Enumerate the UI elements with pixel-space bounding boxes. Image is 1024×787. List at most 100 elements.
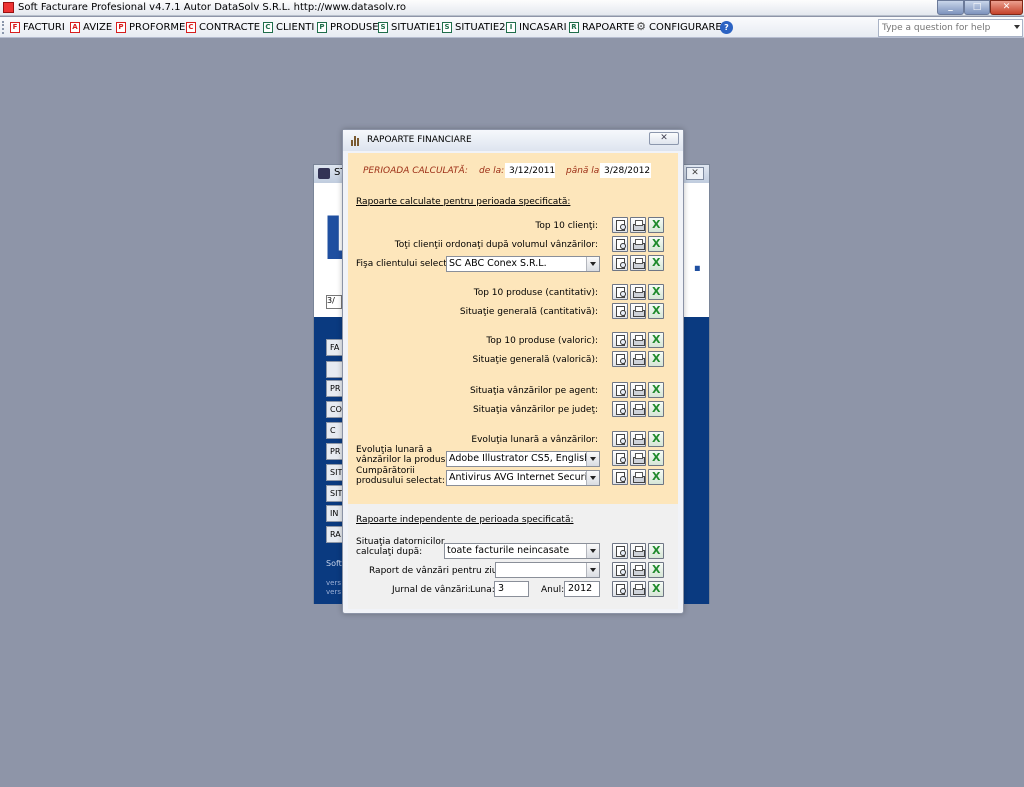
- menu-produse[interactable]: P PRODUSE: [317, 19, 379, 36]
- menu-situatie2[interactable]: S SITUATIE2: [442, 19, 506, 36]
- menu-rapoarte[interactable]: R RAPOARTE: [569, 19, 635, 36]
- preview-icon[interactable]: [612, 562, 628, 578]
- help-search-input[interactable]: [879, 20, 1007, 36]
- excel-icon[interactable]: X: [648, 217, 664, 233]
- print-icon[interactable]: [630, 236, 646, 252]
- preview-icon[interactable]: [612, 332, 628, 348]
- excel-icon[interactable]: X: [648, 303, 664, 319]
- sales-county-actions: X: [612, 401, 664, 417]
- chevron-down-icon[interactable]: [586, 471, 599, 485]
- chevron-down-icon[interactable]: [586, 452, 599, 466]
- monthly-product-actions: X: [612, 450, 664, 466]
- excel-icon[interactable]: X: [648, 469, 664, 485]
- buyers-actions: X: [612, 469, 664, 485]
- excel-icon[interactable]: X: [648, 431, 664, 447]
- print-icon[interactable]: [630, 382, 646, 398]
- menu-avize[interactable]: A AVIZE: [70, 19, 112, 36]
- preview-icon[interactable]: [612, 351, 628, 367]
- top10-qty-actions: X: [612, 284, 664, 300]
- preview-icon[interactable]: [612, 469, 628, 485]
- client-sheet-label: Fişa clientului selectat:: [356, 259, 459, 269]
- menu-clienti[interactable]: C CLIENTI: [263, 19, 314, 36]
- main-window-close-button[interactable]: ✕: [686, 167, 704, 180]
- daily-sales-select[interactable]: [495, 562, 600, 578]
- buyers-product-select[interactable]: Antivirus AVG Internet Security: [446, 470, 600, 486]
- excel-icon[interactable]: X: [648, 255, 664, 271]
- print-icon[interactable]: [630, 284, 646, 300]
- excel-icon[interactable]: X: [648, 382, 664, 398]
- excel-icon[interactable]: X: [648, 332, 664, 348]
- maximize-button[interactable]: □: [964, 0, 990, 15]
- excel-icon[interactable]: X: [648, 401, 664, 417]
- excel-icon[interactable]: X: [648, 450, 664, 466]
- proforme-icon: P: [116, 22, 126, 33]
- dialog-close-button[interactable]: ✕: [649, 132, 679, 145]
- gear-icon: ⚙: [636, 20, 646, 33]
- print-icon[interactable]: [630, 255, 646, 271]
- close-button[interactable]: ✕: [990, 0, 1023, 15]
- menu-incasari[interactable]: I INCASARI: [506, 19, 567, 36]
- top10-qty-label: Top 10 produse (cantitativ):: [473, 288, 598, 298]
- preview-icon[interactable]: [612, 255, 628, 271]
- preview-icon[interactable]: [612, 431, 628, 447]
- preview-icon[interactable]: [612, 303, 628, 319]
- excel-icon[interactable]: X: [648, 562, 664, 578]
- excel-icon[interactable]: X: [648, 236, 664, 252]
- excel-icon[interactable]: X: [648, 581, 664, 597]
- month-input[interactable]: 3: [494, 581, 529, 597]
- print-icon[interactable]: [630, 450, 646, 466]
- menu-configurare[interactable]: ⚙ CONFIGURARE: [636, 19, 722, 36]
- app-icon: [3, 2, 14, 13]
- excel-icon[interactable]: X: [648, 543, 664, 559]
- menu-situatie1[interactable]: S SITUATIE1: [378, 19, 442, 36]
- avize-icon: A: [70, 22, 80, 33]
- print-icon[interactable]: [630, 303, 646, 319]
- print-icon[interactable]: [630, 401, 646, 417]
- date-field[interactable]: 3/: [326, 295, 342, 309]
- print-icon[interactable]: [630, 562, 646, 578]
- chevron-down-icon[interactable]: [586, 544, 599, 558]
- top10-val-label: Top 10 produse (valoric):: [486, 336, 598, 346]
- print-icon[interactable]: [630, 332, 646, 348]
- chevron-down-icon[interactable]: [586, 563, 599, 577]
- minimize-button[interactable]: _: [937, 0, 964, 15]
- print-icon[interactable]: [630, 469, 646, 485]
- preview-icon[interactable]: [612, 236, 628, 252]
- toolbar-grip[interactable]: [2, 21, 5, 34]
- facturi-icon: F: [10, 22, 20, 33]
- situatie1-icon: S: [378, 22, 388, 33]
- client-select[interactable]: SC ABC Conex S.R.L.: [446, 256, 600, 272]
- print-icon[interactable]: [630, 581, 646, 597]
- print-icon[interactable]: [630, 351, 646, 367]
- preview-icon[interactable]: [612, 217, 628, 233]
- print-icon[interactable]: [630, 543, 646, 559]
- preview-icon[interactable]: [612, 382, 628, 398]
- preview-icon[interactable]: [612, 581, 628, 597]
- version-line-1: vers: [326, 579, 341, 587]
- to-date-field[interactable]: 3/28/2012: [600, 163, 651, 178]
- preview-icon[interactable]: [612, 543, 628, 559]
- menu-contracte[interactable]: C CONTRACTE: [186, 19, 260, 36]
- footer-text: Soft: [326, 559, 342, 568]
- year-input[interactable]: 2012: [564, 581, 600, 597]
- preview-icon[interactable]: [612, 401, 628, 417]
- help-dropdown-arrow[interactable]: [1014, 25, 1020, 29]
- section-independent-title: Rapoarte independente de perioada specif…: [356, 515, 574, 525]
- top10-clients-label: Top 10 clienţi:: [535, 221, 598, 231]
- help-icon[interactable]: ?: [720, 21, 733, 34]
- menu-proforme[interactable]: P PROFORME: [116, 19, 185, 36]
- menu-facturi[interactable]: F FACTURI: [10, 19, 65, 36]
- sales-agent-actions: X: [612, 382, 664, 398]
- preview-icon[interactable]: [612, 450, 628, 466]
- print-icon[interactable]: [630, 431, 646, 447]
- excel-icon[interactable]: X: [648, 284, 664, 300]
- debtors-select[interactable]: toate facturile neincasate: [444, 543, 600, 559]
- print-icon[interactable]: [630, 217, 646, 233]
- preview-icon[interactable]: [612, 284, 628, 300]
- from-date-field[interactable]: 3/12/2011: [505, 163, 555, 178]
- top10-val-actions: X: [612, 332, 664, 348]
- chevron-down-icon[interactable]: [586, 257, 599, 271]
- excel-icon[interactable]: X: [648, 351, 664, 367]
- help-search-box[interactable]: [878, 19, 1023, 37]
- monthly-product-select[interactable]: Adobe Illustrator CS5, English, 1: [446, 451, 600, 467]
